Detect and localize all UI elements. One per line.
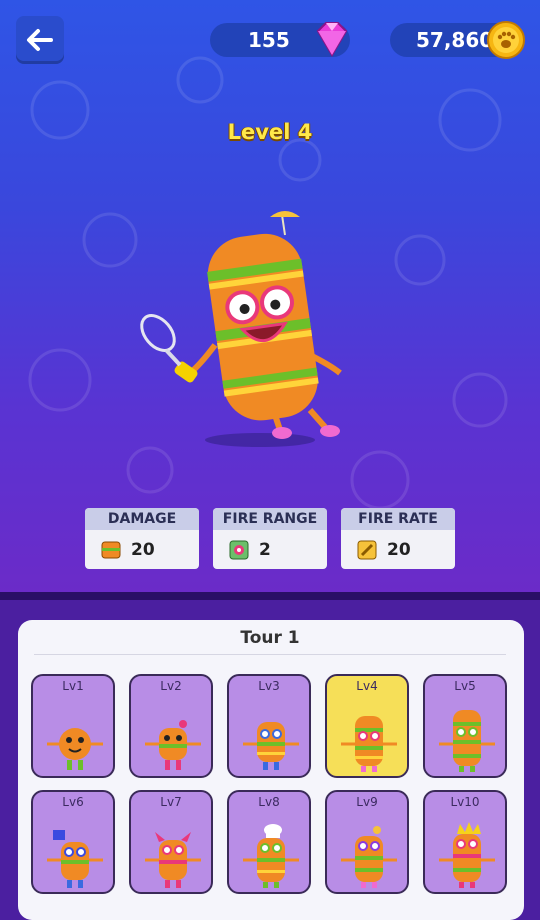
level-tile-label: Lv10 (450, 795, 480, 809)
character-lv8-image (243, 824, 299, 888)
character-lv4-image (341, 716, 397, 772)
stat-damage-label: DAMAGE (85, 508, 199, 530)
burger-icon (101, 541, 121, 558)
level-tile-lv6[interactable]: Lv6 (31, 790, 115, 894)
section-divider (0, 592, 540, 600)
level-tile-label: Lv6 (62, 795, 84, 809)
range-icon (229, 540, 249, 559)
back-button[interactable] (16, 16, 64, 64)
level-tile-lv7[interactable]: Lv7 (129, 790, 213, 894)
level-tile-label: Lv2 (160, 679, 182, 693)
stat-damage-value: 20 (131, 539, 155, 560)
level-title: Level 4 (227, 120, 313, 144)
stat-fire-rate-label: FIRE RATE (341, 508, 455, 530)
stat-damage: DAMAGE 20 (85, 508, 199, 569)
stat-fire-rate-value: 20 (387, 539, 411, 560)
level-tile-label: Lv7 (160, 795, 182, 809)
stat-fire-rate: FIRE RATE 20 (341, 508, 455, 569)
character-lv2-image (145, 720, 201, 770)
tour-title: Tour 1 (240, 628, 300, 648)
level-tile-label: Lv9 (356, 795, 378, 809)
level-tile-label: Lv4 (356, 679, 378, 693)
character-lv3-image (243, 722, 299, 770)
level-tile-label: Lv1 (62, 679, 84, 693)
level-tile-lv10[interactable]: Lv10 (423, 790, 507, 894)
coin-count: 57,860 (416, 28, 494, 52)
gem-counter[interactable]: 155 (210, 22, 350, 57)
level-tile-lv2[interactable]: Lv2 (129, 674, 213, 778)
character-lv7-image (145, 832, 201, 888)
level-tile-lv5[interactable]: Lv5 (423, 674, 507, 778)
level-tile-label: Lv5 (454, 679, 476, 693)
character-lv9-image (341, 826, 397, 888)
character-lv6-image (47, 830, 103, 888)
stat-fire-range: FIRE RANGE 2 (213, 508, 327, 569)
character-lv5-image (439, 710, 495, 772)
level-tile-lv1[interactable]: Lv1 (31, 674, 115, 778)
tour-title-underline (34, 654, 506, 655)
character-lv10-image (439, 822, 495, 888)
burger-character-image (140, 211, 342, 447)
level-tile-lv8[interactable]: Lv8 (227, 790, 311, 894)
stat-fire-range-label: FIRE RANGE (213, 508, 327, 530)
level-tile-label: Lv8 (258, 795, 280, 809)
level-tile-lv3[interactable]: Lv3 (227, 674, 311, 778)
level-tile-lv9[interactable]: Lv9 (325, 790, 409, 894)
coin-counter[interactable]: 57,860 (390, 21, 525, 59)
gem-count: 155 (248, 28, 290, 52)
arrow-left-icon (27, 29, 53, 51)
level-tile-lv4[interactable]: Lv4 (325, 674, 409, 778)
gem-icon (316, 22, 348, 57)
character-lv1-image (47, 728, 103, 770)
paw-coin-icon (487, 21, 525, 59)
level-tile-label: Lv3 (258, 679, 280, 693)
rate-icon (357, 540, 377, 559)
stat-fire-range-value: 2 (259, 539, 271, 560)
